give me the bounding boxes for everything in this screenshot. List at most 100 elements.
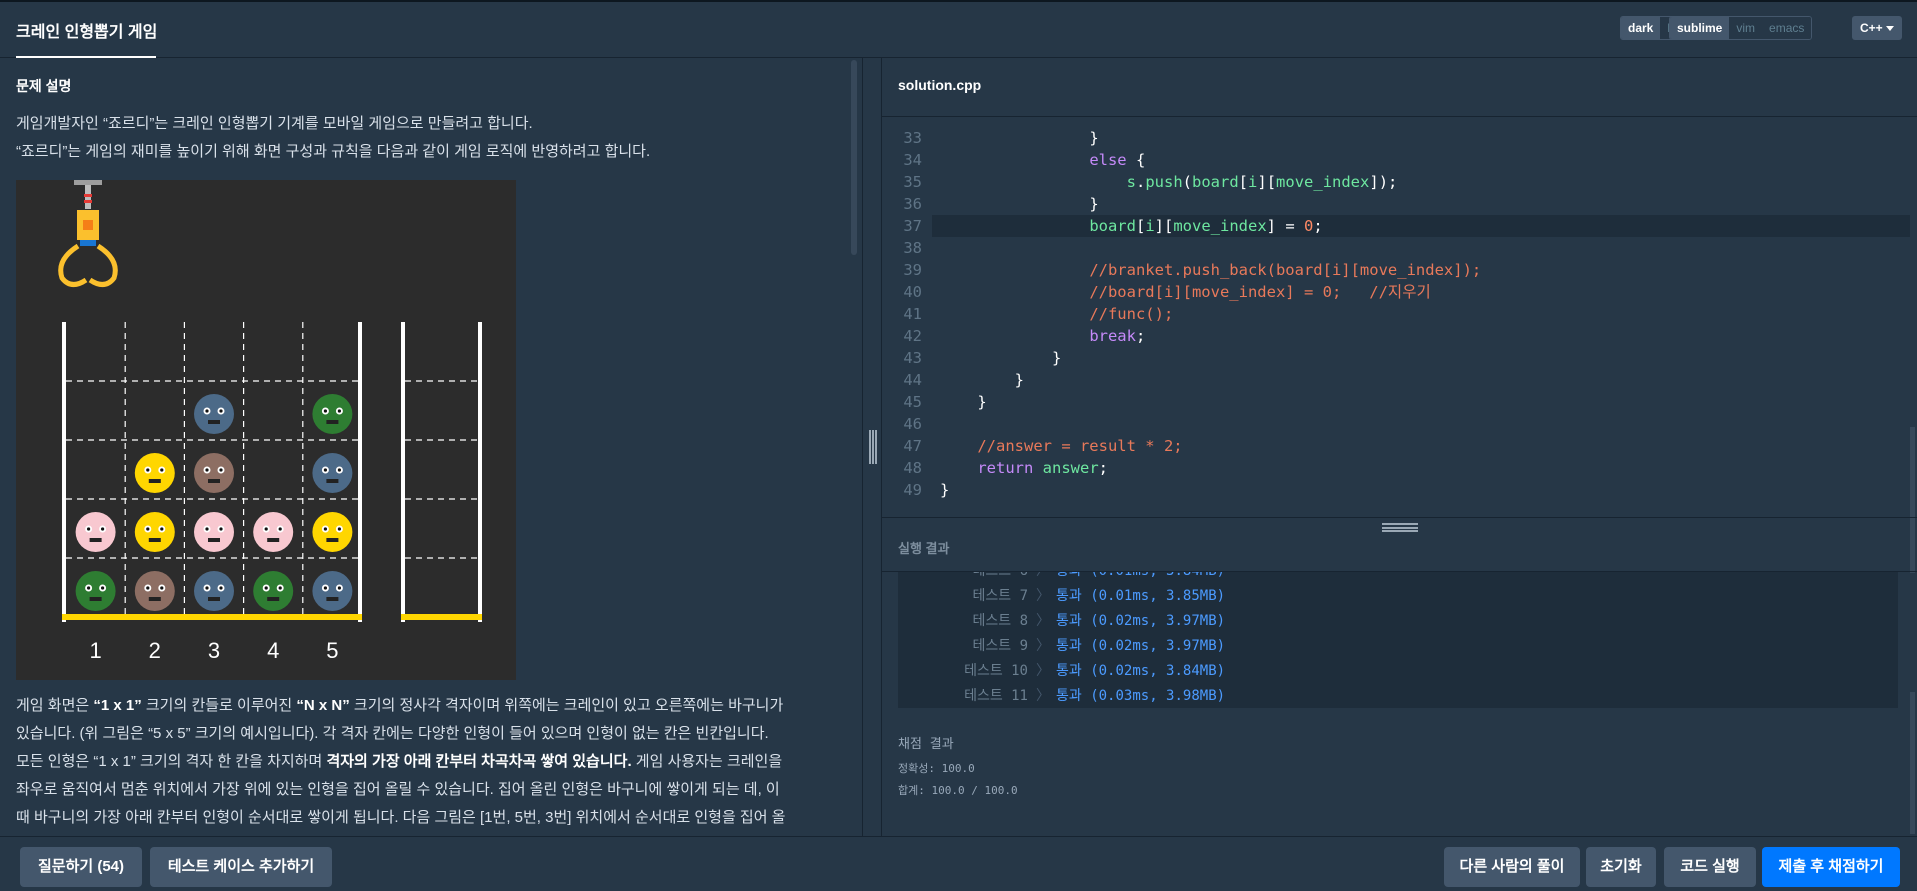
ask-question-button[interactable]: 질문하기 (54) (20, 847, 142, 887)
test-result-row: 테스트 8 〉 통과 (0.02ms, 3.97MB) (898, 609, 1898, 634)
test-result-row: 테스트 11 〉 통과 (0.03ms, 3.98MB) (898, 684, 1898, 708)
line-code: } (1051, 349, 1062, 367)
doll-icon (194, 571, 234, 611)
body-line-4: 좌우로 움직여서 멈춘 위치에서 가장 위에 있는 인형을 집어 올릴 수 있습… (16, 781, 780, 798)
body-line-2: 있습니다. (위 그림은 “5 x 5” 크기의 예시입니다). 각 격자 칸에… (16, 725, 769, 742)
submit-button[interactable]: 제출 후 채점하기 (1762, 847, 1900, 887)
code-line: 38 (882, 237, 1912, 259)
problem-scrollbar[interactable] (851, 60, 857, 255)
line-code: //branket.push_back(board[i][move_index]… (1089, 261, 1482, 279)
line-code: board[i][move_index] = 0; (1089, 217, 1323, 235)
code-line: 47 //answer = result * 2; (882, 435, 1912, 457)
doll-icon (312, 453, 353, 493)
chevron-right-icon: 〉 (1036, 663, 1050, 679)
column-label: 2 (149, 638, 161, 663)
chevron-right-icon: 〉 (1036, 688, 1050, 704)
doll-icon (134, 571, 175, 611)
code-editor[interactable]: 33 } 34 else {35 s.push(board[i][move_ind… (882, 116, 1917, 573)
run-code-button[interactable]: 코드 실행 (1664, 847, 1756, 887)
line-code: break; (1089, 327, 1146, 345)
test-result-row: 테스트 9 〉 통과 (0.02ms, 3.97MB) (898, 634, 1898, 659)
test-result: 통과 (0.01ms, 3.84MB) (1056, 572, 1225, 584)
result-header: 실행 결과 (882, 517, 1917, 572)
keymap-vim-button[interactable]: vim (1729, 17, 1763, 39)
line-code: } (940, 481, 950, 499)
code-line: 49} (882, 479, 1912, 501)
result-scrollbar[interactable] (1910, 692, 1915, 834)
body-line-5: 때 바구니의 가장 아래 칸부터 인형이 순서대로 쌓이게 됩니다. 다음 그림… (16, 809, 786, 826)
intro-line-1: 게임개발자인 “죠르디”는 크레인 인형뽑기 기계를 모바일 게임으로 만들려고… (16, 115, 533, 132)
grading-title: 채점 결과 (898, 737, 954, 752)
line-number: 39 (903, 261, 922, 279)
chevron-down-icon (1886, 26, 1894, 31)
result-label: 실행 결과 (898, 541, 950, 556)
file-name: solution.cpp (898, 77, 982, 93)
add-testcase-button[interactable]: 테스트 케이스 추가하기 (150, 847, 332, 887)
test-result-row: 테스트 10 〉 통과 (0.02ms, 3.84MB) (898, 659, 1898, 684)
doll-icon (194, 453, 234, 493)
line-number: 35 (903, 173, 922, 191)
doll-icon (194, 512, 234, 552)
line-code: else { (1089, 151, 1146, 169)
test-result: 통과 (0.01ms, 3.85MB) (1056, 588, 1226, 604)
resize-handle-icon[interactable] (869, 430, 877, 464)
line-number: 42 (903, 327, 922, 345)
problem-tab[interactable]: 크레인 인형뽑기 게임 (16, 18, 157, 42)
line-code: //func(); (1089, 305, 1174, 323)
reset-button[interactable]: 초기화 (1586, 847, 1656, 887)
column-label: 5 (326, 638, 338, 663)
doll-icon (75, 571, 116, 611)
test-name: 테스트 9 (972, 638, 1029, 654)
line-code: //answer = result * 2; (977, 437, 1183, 455)
line-number: 49 (903, 481, 922, 499)
doll-icon (312, 394, 353, 434)
intro-line-2: “죠르디”는 게임의 재미를 높이기 위해 화면 구성과 규칙을 다음과 같이 … (16, 143, 651, 160)
test-result: 통과 (0.02ms, 3.84MB) (1056, 663, 1226, 679)
code-line: 35 s.push(board[i][move_index]); (882, 171, 1912, 193)
chevron-right-icon: 〉 (1036, 613, 1050, 629)
accuracy-text: 정확성: 100.0 (898, 762, 975, 775)
crane-game-svg: 1 2 3 4 5 (58, 180, 482, 663)
line-code: } (1089, 129, 1099, 147)
top-bar: 크레인 인형뽑기 게임 dark light sublime vim emacs… (0, 0, 1917, 59)
doll-icon (75, 512, 116, 552)
test-name: 테스트 10 (964, 663, 1028, 679)
column-label: 3 (208, 638, 220, 663)
chevron-right-icon: 〉 (1036, 588, 1050, 604)
line-code: } (977, 393, 987, 411)
line-number: 45 (903, 393, 922, 411)
keymap-toggle: sublime vim emacs (1669, 16, 1813, 40)
crane-game-illustration: 1 2 3 4 5 (16, 180, 516, 680)
line-number: 34 (903, 151, 922, 169)
line-code: s.push(board[i][move_index]); (1126, 173, 1398, 191)
doll-icon (253, 512, 294, 552)
code-line: 39 //branket.push_back(board[i][move_ind… (882, 259, 1912, 281)
test-result: 통과 (0.03ms, 3.98MB) (1056, 688, 1226, 704)
keymap-emacs-button[interactable]: emacs (1762, 17, 1812, 39)
test-name: 테스트 11 (964, 688, 1028, 704)
test-result: 통과 (0.02ms, 3.97MB) (1056, 613, 1226, 629)
doll-icon (194, 394, 234, 434)
doll-icon (312, 571, 353, 611)
pane-divider[interactable] (862, 58, 882, 836)
line-code: } (1014, 371, 1024, 389)
line-number: 43 (903, 349, 922, 367)
total-text: 합계: 100.0 / 100.0 (898, 784, 1018, 797)
theme-dark-button[interactable]: dark (1621, 17, 1661, 39)
crane-icon (58, 180, 118, 287)
drag-handle-icon[interactable] (1382, 523, 1418, 532)
editor-panel: solution.cpp 33 } 34 else {35 s.push(boar… (882, 58, 1917, 836)
keymap-sublime-button[interactable]: sublime (1670, 17, 1730, 39)
result-console: 테스트 6 〉 통과 (0.01ms, 3.84MB) 테스트 7 〉 통과 (0.01m… (898, 572, 1898, 708)
language-select[interactable]: C++ (1852, 16, 1902, 40)
others-solutions-button[interactable]: 다른 사람의 풀이 (1444, 847, 1580, 887)
line-number: 47 (903, 437, 922, 455)
doll-icon (253, 571, 294, 611)
doll-icon (134, 453, 175, 493)
code-line: 48 return answer; (882, 457, 1912, 479)
section-title: 문제 설명 (16, 78, 72, 94)
column-label: 4 (267, 638, 279, 663)
line-number: 48 (903, 459, 922, 477)
line-number: 37 (903, 217, 922, 235)
line-number: 41 (903, 305, 922, 323)
